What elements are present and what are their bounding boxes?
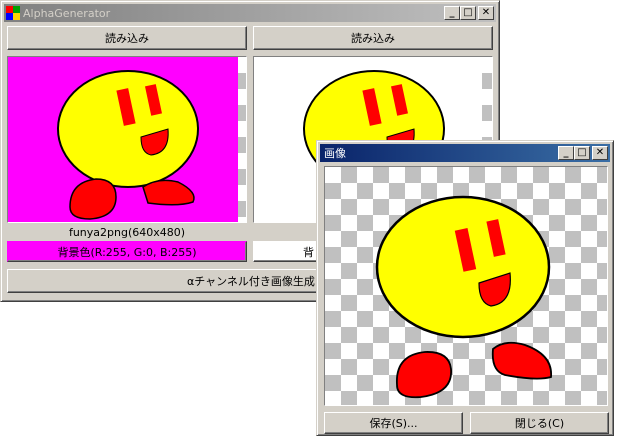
main-window-title: AlphaGenerator: [23, 6, 111, 20]
close-image-button[interactable]: 閉じる(C): [470, 412, 609, 434]
image-close-button[interactable]: ✕: [592, 146, 608, 160]
minimize-button[interactable]: _: [444, 6, 460, 20]
image-titlebar[interactable]: 画像 _ □ ✕: [320, 144, 610, 162]
maximize-button[interactable]: □: [460, 6, 476, 20]
app-icon: [6, 6, 20, 20]
bg-color-left-button[interactable]: 背景色(R:255, G:0, B:255): [7, 241, 247, 262]
source-image-panel: [7, 56, 247, 223]
preview-image: [375, 195, 552, 399]
save-button[interactable]: 保存(S)...: [324, 412, 463, 434]
load-right-button[interactable]: 読み込み: [253, 26, 493, 50]
image-minimize-button[interactable]: _: [558, 146, 574, 160]
image-info-label: funya2png(640x480): [68, 226, 186, 239]
load-left-button[interactable]: 読み込み: [7, 26, 247, 50]
preview-image-panel: [324, 166, 608, 406]
image-window-title: 画像: [324, 147, 346, 160]
image-window: 画像 _ □ ✕ 保存(S)... 閉じる(C): [316, 140, 614, 436]
main-titlebar[interactable]: AlphaGenerator _ □ ✕: [4, 4, 496, 22]
close-button[interactable]: ✕: [478, 6, 494, 20]
image-maximize-button[interactable]: □: [574, 146, 590, 160]
source-image: [8, 57, 238, 222]
